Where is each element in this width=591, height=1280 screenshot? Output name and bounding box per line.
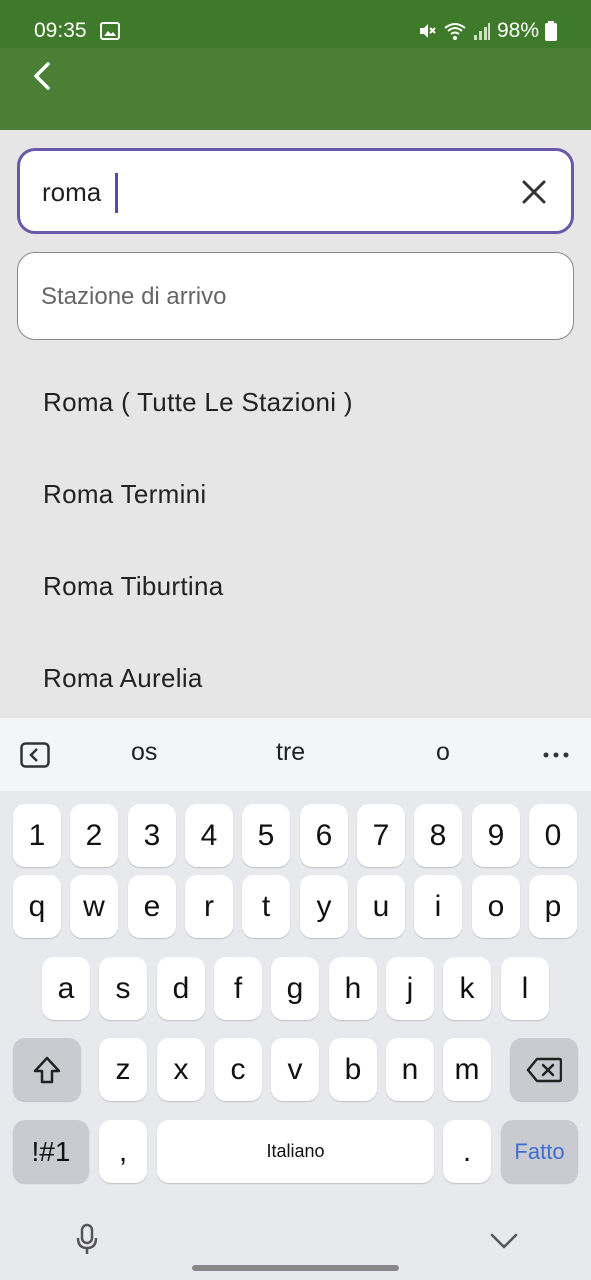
gallery-notification-icon <box>100 22 120 40</box>
key-x[interactable]: x <box>157 1038 205 1101</box>
clear-button[interactable] <box>517 175 551 209</box>
suggestion-item[interactable]: Roma Aurelia <box>0 633 591 725</box>
key-t[interactable]: t <box>242 875 290 938</box>
key-i[interactable]: i <box>414 875 462 938</box>
status-icons: 98% <box>417 19 557 43</box>
more-horizontal-icon <box>543 752 569 758</box>
suggestion-label: Roma ( Tutte Le Stazioni ) <box>43 387 353 417</box>
suggestion-label: Roma Aurelia <box>43 663 203 693</box>
home-indicator[interactable] <box>192 1265 399 1271</box>
keyboard-suggestion-bar: os tre o <box>0 718 591 791</box>
symbols-key[interactable]: !#1 <box>13 1120 89 1183</box>
collapse-left-icon <box>20 742 50 768</box>
mute-icon <box>419 24 436 38</box>
battery-icon <box>545 21 557 41</box>
key-q[interactable]: q <box>13 875 61 938</box>
key-k[interactable]: k <box>443 957 491 1020</box>
status-bar: 09:35 98% <box>0 0 591 48</box>
key-n[interactable]: n <box>386 1038 434 1101</box>
key-d[interactable]: d <box>157 957 205 1020</box>
key-6[interactable]: 6 <box>300 804 348 867</box>
chevron-down-icon <box>490 1233 518 1249</box>
battery-percent: 98% <box>496 19 539 42</box>
suggestion-item[interactable]: Roma Tiburtina <box>0 541 591 633</box>
key-a[interactable]: a <box>42 957 90 1020</box>
keyboard-suggestion[interactable]: os <box>131 738 157 767</box>
hide-keyboard-button[interactable] <box>486 1226 522 1256</box>
key-c[interactable]: c <box>214 1038 262 1101</box>
key-8[interactable]: 8 <box>414 804 462 867</box>
key-r[interactable]: r <box>185 875 233 938</box>
key-p[interactable]: p <box>529 875 577 938</box>
key-4[interactable]: 4 <box>185 804 233 867</box>
signal-icon <box>473 23 490 40</box>
key-o[interactable]: o <box>472 875 520 938</box>
keyboard-suggestion[interactable]: tre <box>276 738 305 767</box>
key-y[interactable]: y <box>300 875 348 938</box>
shift-key[interactable] <box>13 1038 81 1101</box>
key-2[interactable]: 2 <box>70 804 118 867</box>
key-u[interactable]: u <box>357 875 405 938</box>
microphone-icon <box>76 1223 98 1254</box>
key-f[interactable]: f <box>214 957 262 1020</box>
backspace-key[interactable] <box>510 1038 578 1101</box>
text-cursor <box>115 173 118 213</box>
status-time: 09:35 <box>34 19 87 42</box>
key-w[interactable]: w <box>70 875 118 938</box>
back-arrow-icon <box>34 62 50 90</box>
app-bar <box>0 48 591 130</box>
key-b[interactable]: b <box>329 1038 377 1101</box>
key-0[interactable]: 0 <box>529 804 577 867</box>
key-1[interactable]: 1 <box>13 804 61 867</box>
key-l[interactable]: l <box>501 957 549 1020</box>
shift-arrow-icon <box>33 1056 61 1083</box>
suggestion-label: Roma Tiburtina <box>43 571 224 601</box>
key-g[interactable]: g <box>271 957 319 1020</box>
key-9[interactable]: 9 <box>472 804 520 867</box>
key-e[interactable]: e <box>128 875 176 938</box>
wifi-icon <box>444 23 466 40</box>
voice-input-button[interactable] <box>72 1220 102 1260</box>
backspace-icon <box>526 1057 562 1082</box>
departure-input-value: roma <box>42 177 102 207</box>
back-button[interactable] <box>22 56 62 96</box>
arrival-station-input[interactable]: Stazione di arrivo <box>17 252 574 340</box>
key-3[interactable]: 3 <box>128 804 176 867</box>
more-options-button[interactable] <box>541 740 571 770</box>
period-key[interactable]: . <box>443 1120 491 1183</box>
key-z[interactable]: z <box>99 1038 147 1101</box>
arrival-placeholder: Stazione di arrivo <box>41 283 227 310</box>
departure-station-input[interactable]: roma <box>17 148 574 234</box>
key-m[interactable]: m <box>443 1038 491 1101</box>
done-key[interactable]: Fatto <box>501 1120 578 1183</box>
key-s[interactable]: s <box>99 957 147 1020</box>
comma-key[interactable]: , <box>99 1120 147 1183</box>
suggestion-item[interactable]: Roma ( Tutte Le Stazioni ) <box>0 357 591 449</box>
key-7[interactable]: 7 <box>357 804 405 867</box>
suggestion-label: Roma Termini <box>43 479 207 509</box>
key-5[interactable]: 5 <box>242 804 290 867</box>
key-h[interactable]: h <box>329 957 377 1020</box>
suggestion-item[interactable]: Roma Termini <box>0 449 591 541</box>
keyboard-toolbar-toggle[interactable] <box>18 740 52 770</box>
space-key[interactable]: Italiano <box>157 1120 434 1183</box>
key-v[interactable]: v <box>271 1038 319 1101</box>
key-j[interactable]: j <box>386 957 434 1020</box>
keyboard-suggestion[interactable]: o <box>436 738 450 767</box>
close-icon <box>522 180 546 204</box>
